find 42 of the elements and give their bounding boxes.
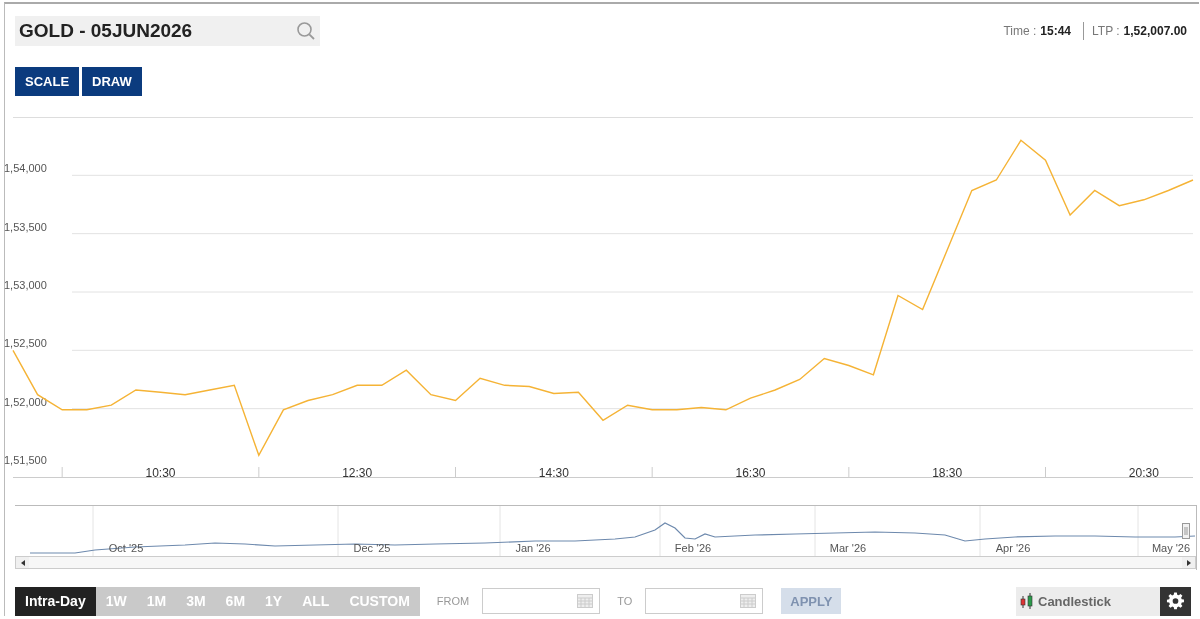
- x-axis-label: 14:30: [538, 466, 569, 481]
- to-label: TO: [617, 595, 633, 607]
- y-axis-label: 1,53,000: [4, 279, 47, 291]
- ltp-value: 1,52,007.00: [1123, 24, 1187, 38]
- x-axis-label: 16:30: [735, 466, 766, 481]
- y-axis-label: 1,51,500: [4, 454, 47, 466]
- toolbar-button[interactable]: SCALE: [15, 67, 80, 96]
- candlestick-icon: [1020, 592, 1034, 610]
- ltp-label: LTP :: [1092, 24, 1120, 38]
- toolbar-button[interactable]: DRAW: [82, 67, 142, 96]
- scroll-left-button[interactable]: [16, 557, 29, 568]
- time-value: 15:44: [1040, 24, 1071, 38]
- x-axis-label: 12:30: [342, 466, 373, 481]
- time-label: Time :: [1003, 24, 1037, 38]
- y-axis-label: 1,52,500: [4, 337, 47, 350]
- settings-button[interactable]: [1160, 586, 1191, 616]
- right-arrow-icon: [1185, 559, 1192, 566]
- y-axis-label: 1,53,500: [4, 220, 47, 233]
- range-tab[interactable]: Intra-Day: [15, 586, 96, 616]
- y-axis-label: 1,54,000: [4, 162, 47, 175]
- x-axis-label: 18:30: [932, 466, 963, 481]
- from-label: FROM: [436, 595, 470, 607]
- chart-type-dropdown[interactable]: Candlestick: [1016, 586, 1160, 616]
- month-label: Apr '26: [995, 542, 1031, 554]
- calendar-icon[interactable]: [740, 594, 757, 608]
- x-axis-label: 20:30: [1128, 466, 1159, 481]
- to-date-field[interactable]: [645, 588, 764, 614]
- month-label: Jan '26: [515, 542, 551, 554]
- symbol-search-field[interactable]: GOLD - 05JUN2026: [15, 16, 320, 46]
- scroll-right-button[interactable]: [1182, 557, 1195, 568]
- range-handle[interactable]: [1182, 523, 1190, 539]
- calendar-icon[interactable]: [577, 594, 594, 608]
- x-axis-label: 10:30: [145, 466, 176, 481]
- search-icon[interactable]: [296, 21, 316, 41]
- from-date-field[interactable]: [482, 588, 601, 614]
- y-axis-label: 1,52,000: [4, 395, 47, 408]
- month-label: May '26: [1151, 542, 1191, 554]
- month-label: Dec '25: [353, 542, 391, 554]
- month-label: Feb '26: [674, 542, 712, 554]
- settings-icon: [1166, 591, 1185, 611]
- left-arrow-icon: [19, 559, 26, 566]
- month-label: Mar '26: [829, 542, 867, 554]
